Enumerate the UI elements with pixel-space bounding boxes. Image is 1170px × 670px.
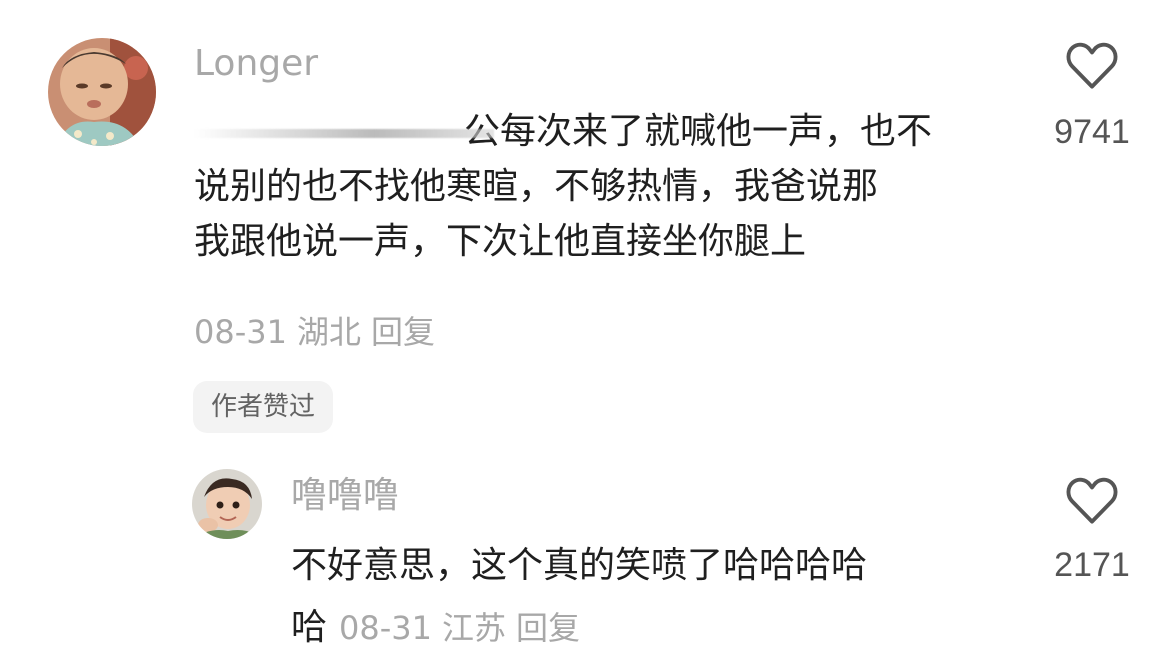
- redaction-blur: [194, 129, 494, 138]
- comment-date: 08-31: [194, 313, 287, 351]
- reply-line: 哈 08-31 江苏 回复: [291, 599, 1011, 661]
- like-count: 2171: [1054, 546, 1130, 584]
- like-count: 9741: [1054, 113, 1130, 151]
- reply-date: 08-31: [339, 609, 432, 647]
- heart-outline-icon[interactable]: [1064, 475, 1120, 525]
- reply-meta: 08-31 江苏 回复: [339, 609, 580, 647]
- reply-body[interactable]: 不好意思，这个真的笑喷了哈哈哈哈 哈 08-31 江苏 回复: [291, 537, 1011, 661]
- comment-meta: 08-31 湖北 回复: [194, 310, 435, 354]
- comment-location: 湖北: [296, 313, 361, 351]
- baby-photo-icon: [48, 38, 156, 146]
- child-photo-icon: [192, 469, 262, 539]
- reply-line-text: 哈: [291, 607, 328, 648]
- reply-line: 不好意思，这个真的笑喷了哈哈哈哈: [291, 545, 868, 586]
- comment-line: 公每次来了就喊他一声，也不: [194, 104, 1024, 159]
- reply-button[interactable]: 回复: [371, 313, 435, 351]
- comment-body[interactable]: 公每次来了就喊他一声，也不 说别的也不找他寒暄，不够热情，我爸说那 我跟他说一声…: [194, 104, 1024, 269]
- reply-avatar[interactable]: [192, 469, 262, 539]
- reply-username[interactable]: 噜噜噜: [291, 474, 399, 518]
- author-liked-badge: 作者赞过: [193, 381, 334, 433]
- commenter-username[interactable]: Longer: [194, 42, 318, 86]
- reply-like[interactable]: 2171: [1042, 475, 1142, 585]
- heart-outline-icon[interactable]: [1064, 40, 1120, 90]
- reply-location: 江苏: [442, 609, 507, 647]
- comment-like[interactable]: 9741: [1042, 40, 1142, 152]
- comment-line: 我跟他说一声，下次让他直接坐你腿上: [194, 221, 807, 262]
- commenter-avatar[interactable]: [48, 38, 156, 146]
- reply-button[interactable]: 回复: [516, 609, 580, 647]
- comment-line: 说别的也不找他寒暄，不够热情，我爸说那: [194, 166, 879, 207]
